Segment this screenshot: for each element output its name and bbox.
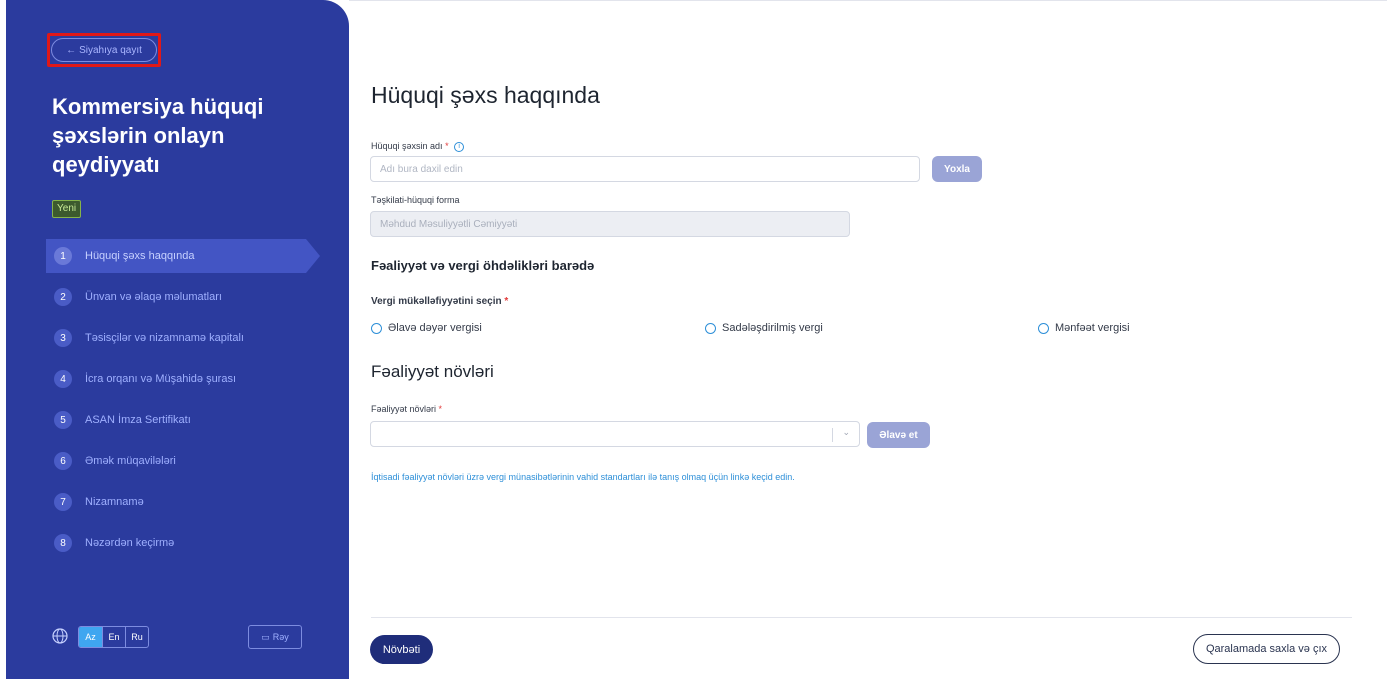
- step-label: Ünvan və əlaqə məlumatları: [85, 291, 222, 303]
- radio-simplified-tax[interactable]: Sadələşdirilmiş vergi: [705, 322, 823, 334]
- radio-label: Sadələşdirilmiş vergi: [722, 322, 823, 334]
- step-number: 2: [54, 288, 72, 306]
- step-4[interactable]: 4 İcra orqanı və Müşahidə şurası: [46, 362, 306, 396]
- step-5[interactable]: 5 ASAN İmza Sertifikatı: [46, 403, 306, 437]
- step-1[interactable]: 1 Hüquqi şəxs haqqında: [46, 239, 320, 273]
- standards-link[interactable]: İqtisadi fəaliyyət növləri üzrə vergi mü…: [371, 472, 795, 482]
- next-button[interactable]: Növbəti: [370, 635, 433, 664]
- radio-circle[interactable]: [371, 322, 382, 334]
- step-label: ASAN İmza Sertifikatı: [85, 414, 191, 426]
- tax-section-heading: Fəaliyyət və vergi öhdəlikləri barədə: [371, 258, 595, 273]
- step-label: İcra orqanı və Müşahidə şurası: [85, 373, 237, 385]
- activity-types-label: Fəaliyyət növləri *: [371, 404, 443, 414]
- step-number: 7: [54, 493, 72, 511]
- step-label: Nəzərdən keçirmə: [85, 537, 175, 549]
- feedback-label: Rəy: [272, 632, 289, 642]
- step-number: 1: [54, 247, 72, 265]
- steps-list: 1 Hüquqi şəxs haqqında 2 Ünvan və əlaqə …: [46, 239, 320, 567]
- select-separator: [832, 428, 833, 442]
- comment-icon: ▭: [261, 631, 270, 642]
- language-switcher: Az En Ru: [78, 626, 149, 648]
- entity-name-placeholder: Adı bura daxil edin: [380, 163, 463, 175]
- globe-icon[interactable]: [52, 628, 68, 644]
- step-number: 6: [54, 452, 72, 470]
- info-icon[interactable]: i: [454, 141, 465, 152]
- radio-circle[interactable]: [705, 322, 716, 334]
- add-activity-button[interactable]: Əlavə et: [867, 422, 930, 448]
- legal-form-field: Məhdud Məsuliyyətli Cəmiyyəti: [370, 211, 850, 237]
- step-6[interactable]: 6 Əmək müqavilələri: [46, 444, 306, 478]
- sidebar: ← Siyahıya qayıt Kommersiya hüquqi şəxsl…: [6, 0, 349, 679]
- lang-az-button[interactable]: Az: [79, 627, 102, 647]
- save-draft-exit-button[interactable]: Qaralamada saxla və çıx: [1193, 634, 1340, 664]
- lang-en-button[interactable]: En: [102, 627, 125, 647]
- radio-label: Mənfəət vergisi: [1055, 322, 1130, 334]
- step-7[interactable]: 7 Nizamnamə: [46, 485, 306, 519]
- step-label: Hüquqi şəxs haqqında: [85, 250, 195, 262]
- back-to-list-label: Siyahıya qayıt: [79, 44, 142, 56]
- top-divider: [349, 0, 1387, 1]
- step-3[interactable]: 3 Təsisçilər və nizamnamə kapitalı: [46, 321, 306, 355]
- chevron-down-icon[interactable]: ⌄: [842, 427, 850, 438]
- sidebar-title: Kommersiya hüquqi şəxslərin onlayn qeydi…: [52, 94, 264, 177]
- required-mark: *: [438, 404, 443, 414]
- arrow-left-icon: ←: [66, 44, 77, 56]
- legal-form-label: Təşkilati-hüquqi forma: [371, 195, 460, 205]
- new-badge: Yeni: [52, 200, 82, 218]
- step-label: Nizamnamə: [85, 496, 144, 508]
- activity-section-heading: Fəaliyyət növləri: [371, 362, 494, 381]
- entity-name-label: Hüquqi şəxsin adı * i: [371, 141, 465, 152]
- step-8[interactable]: 8 Nəzərdən keçirmə: [46, 526, 306, 560]
- step-label: Təsisçilər və nizamnamə kapitalı: [85, 332, 244, 344]
- radio-profit-tax[interactable]: Mənfəət vergisi: [1038, 322, 1130, 334]
- step-number: 8: [54, 534, 72, 552]
- footer-divider: [371, 617, 1352, 618]
- radio-circle[interactable]: [1038, 322, 1049, 334]
- check-name-button[interactable]: Yoxla: [932, 156, 982, 182]
- back-to-list-button[interactable]: ← Siyahıya qayıt: [51, 38, 157, 62]
- step-number: 4: [54, 370, 72, 388]
- radio-label: Əlavə dəyər vergisi: [388, 322, 482, 334]
- required-mark: *: [445, 141, 449, 151]
- step-number: 3: [54, 329, 72, 347]
- entity-name-input[interactable]: Adı bura daxil edin: [370, 156, 920, 182]
- step-label: Əmək müqavilələri: [85, 455, 176, 467]
- legal-form-value: Məhdud Məsuliyyətli Cəmiyyəti: [380, 218, 518, 230]
- back-button-highlight: ← Siyahıya qayıt: [47, 33, 161, 67]
- lang-ru-button[interactable]: Ru: [125, 627, 148, 647]
- required-mark: *: [504, 296, 509, 307]
- page-title: Hüquqi şəxs haqqında: [371, 82, 600, 108]
- feedback-button[interactable]: ▭ Rəy: [248, 625, 302, 649]
- step-number: 5: [54, 411, 72, 429]
- radio-vat[interactable]: Əlavə dəyər vergisi: [371, 322, 482, 334]
- activity-types-select[interactable]: ⌄: [370, 421, 860, 447]
- step-2[interactable]: 2 Ünvan və əlaqə məlumatları: [46, 280, 306, 314]
- tax-question-label: Vergi mükəlləfiyyətini seçin *: [371, 296, 509, 307]
